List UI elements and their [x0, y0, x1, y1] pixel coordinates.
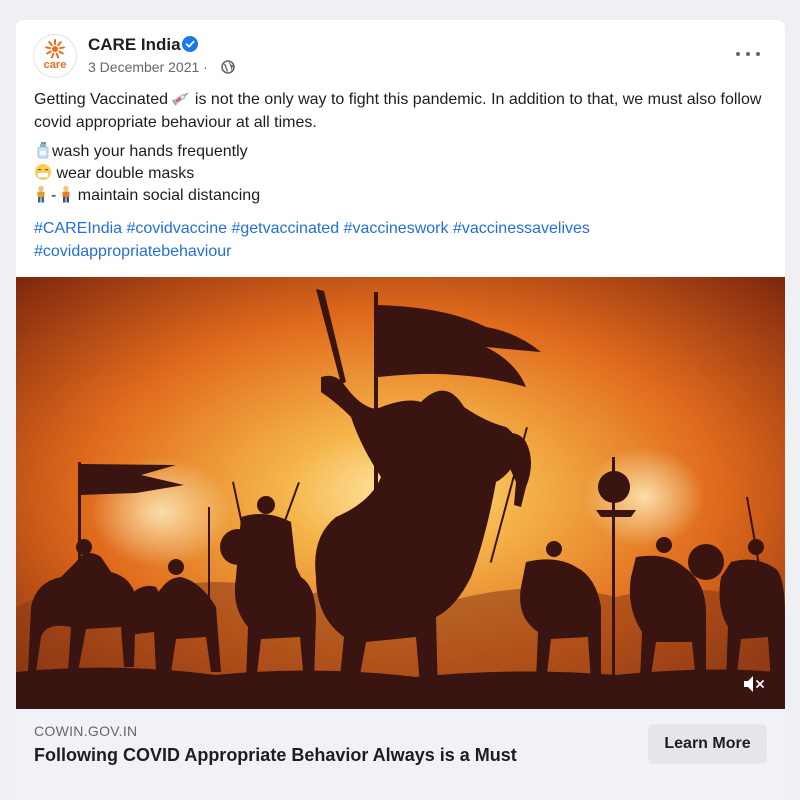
distance-dash: - — [51, 187, 57, 204]
post-text: Getting Vaccinated is not the only way t… — [34, 88, 769, 207]
post-card: care CARE India 3 December 2021 · Gettin… — [16, 20, 785, 800]
logo-text: care — [44, 59, 67, 71]
page-avatar[interactable]: care — [33, 34, 77, 78]
link-domain: COWIN.GOV.IN — [34, 723, 138, 739]
post-timestamp[interactable]: 3 December 2021 · — [88, 59, 208, 75]
page-name[interactable]: CARE India — [88, 35, 181, 55]
post-video[interactable] — [16, 277, 785, 709]
warriors-silhouette-image — [16, 277, 785, 709]
bullet-text: wash your hands frequently — [52, 143, 248, 160]
hashtag-link[interactable]: #covidappropriatebehaviour — [34, 243, 231, 260]
link-headline[interactable]: Following COVID Appropriate Behavior Alw… — [34, 745, 517, 766]
bullet-line: - maintain social distancing — [34, 185, 769, 207]
hashtag-link[interactable]: #getvaccinated — [231, 220, 339, 237]
hashtag-link[interactable]: #covidvaccine — [127, 220, 228, 237]
hashtag-link[interactable]: #vaccineswork — [344, 220, 449, 237]
verified-badge-icon — [182, 36, 198, 52]
hand-sanitizer-icon — [37, 141, 49, 159]
more-options-icon[interactable] — [734, 46, 762, 62]
mask-face-icon — [35, 163, 51, 180]
link-preview[interactable]: COWIN.GOV.IN Following COVID Appropriate… — [16, 709, 785, 800]
bullet-line: wear double masks — [34, 163, 769, 185]
hashtag-list: #CAREIndia #covidvaccine #getvaccinated … — [34, 217, 769, 263]
hashtag-link[interactable]: #CAREIndia — [34, 220, 122, 237]
learn-more-button[interactable]: Learn More — [648, 724, 767, 764]
post-paragraph: Getting Vaccinated is not the only way t… — [34, 88, 769, 134]
bullet-text: wear double masks — [52, 165, 195, 182]
muted-speaker-icon[interactable] — [742, 673, 766, 695]
person-icon — [37, 185, 45, 203]
syringe-icon — [172, 92, 190, 106]
globe-icon — [221, 60, 235, 74]
care-logo: care — [44, 39, 67, 71]
bullet-text: maintain social distancing — [77, 187, 261, 204]
hashtag-link[interactable]: #vaccinessavelives — [453, 220, 590, 237]
post-text-part: Getting Vaccinated — [34, 91, 169, 108]
person-distance-icon — [62, 185, 70, 203]
bullet-line: wash your hands frequently — [34, 141, 769, 163]
